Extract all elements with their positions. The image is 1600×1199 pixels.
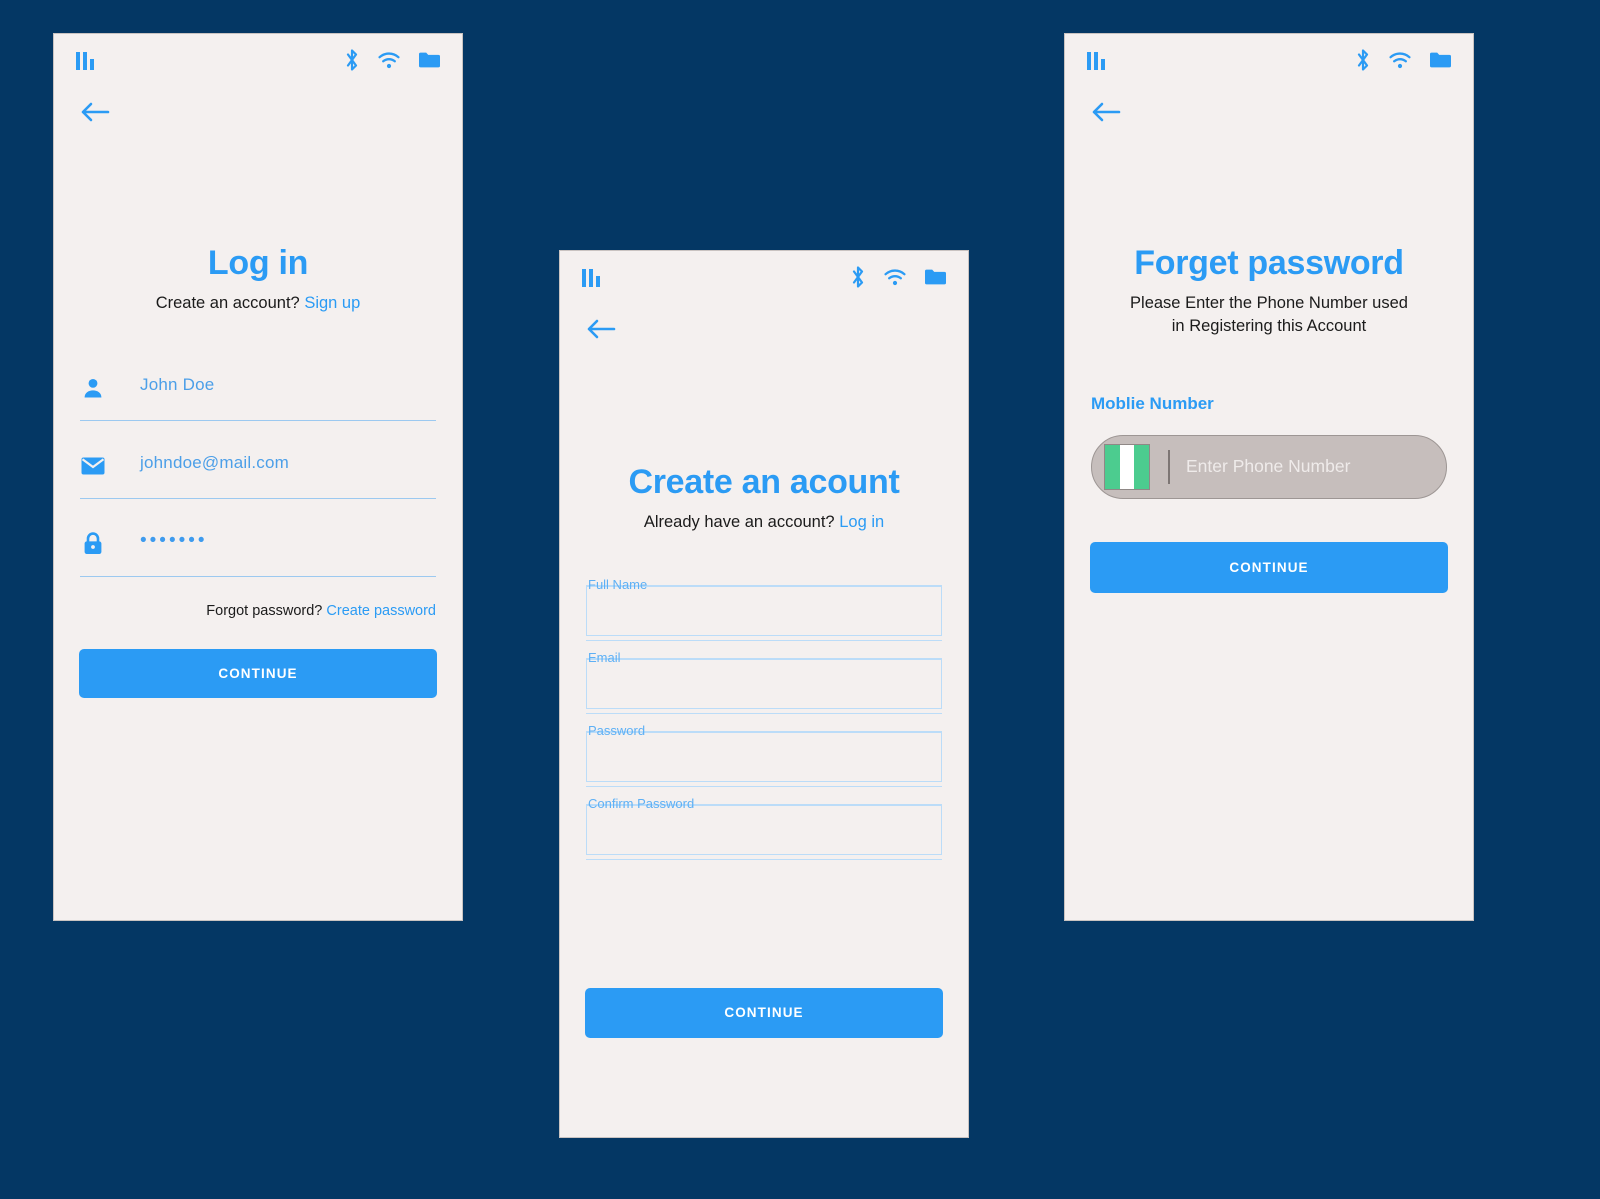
password-label: Password: [588, 722, 646, 738]
email-label: Email: [588, 649, 621, 665]
forgot-subtitle-line2: in Registering this Account: [1171, 316, 1367, 335]
login-subtitle: Create an account? Sign up: [54, 292, 462, 315]
full-name-field[interactable]: Full Name: [586, 576, 942, 651]
email-value: johndoe@mail.com: [140, 452, 289, 472]
phone-number-input[interactable]: Enter Phone Number: [1091, 434, 1447, 499]
email-field[interactable]: Email: [586, 649, 942, 724]
password-value: •••••••: [140, 529, 208, 551]
forgot-password-text: Forgot password?: [206, 602, 323, 619]
username-field[interactable]: John Doe: [80, 361, 436, 439]
page-title: Log in: [207, 244, 309, 282]
signup-screen: Create an acount Already have an account…: [559, 250, 969, 1138]
lock-icon: [80, 531, 106, 557]
password-field[interactable]: Password: [586, 722, 942, 797]
log-in-link[interactable]: Log in: [839, 513, 884, 531]
signal-bars-icon: [582, 267, 600, 287]
folder-icon: [1429, 51, 1451, 69]
confirm-password-input[interactable]: [586, 804, 942, 855]
page-title: Forget password: [1134, 244, 1404, 282]
email-underline: [80, 497, 436, 499]
back-button[interactable]: [560, 303, 968, 341]
login-screen: Log in Create an account? Sign up John D…: [53, 33, 463, 921]
signup-subtitle: Already have an account? Log in: [560, 511, 968, 534]
folder-icon: [418, 51, 440, 69]
mobile-number-label: Moblie Number: [1091, 393, 1214, 413]
back-arrow-icon: [1092, 102, 1121, 122]
bluetooth-icon: [1355, 49, 1371, 71]
login-form: John Doe johndoe@mail.com •••••••: [54, 361, 462, 595]
back-button[interactable]: [54, 86, 462, 124]
sign-up-link[interactable]: Sign up: [304, 294, 360, 312]
password-input[interactable]: [586, 731, 942, 782]
nigeria-flag-icon: [1104, 443, 1150, 490]
signal-bars-icon: [76, 50, 94, 70]
signal-bars-icon: [1087, 50, 1105, 70]
wifi-icon: [1389, 52, 1411, 69]
create-password-link[interactable]: Create password: [326, 603, 436, 619]
forgot-subtitle-line1: Please Enter the Phone Number used: [1130, 294, 1408, 312]
status-bar: [54, 34, 462, 86]
folder-icon: [924, 268, 946, 286]
forgot-continue-button[interactable]: CONTINUE: [1090, 541, 1448, 593]
signup-subtitle-text: Already have an account?: [643, 513, 835, 531]
envelope-icon: [80, 453, 106, 479]
status-bar: [1065, 34, 1473, 86]
bluetooth-icon: [850, 266, 866, 288]
confirm-password-field[interactable]: Confirm Password: [586, 795, 942, 870]
signup-form: Full Name Email Password Confirm Passwor…: [560, 576, 968, 870]
forgot-password-screen: Forget password Please Enter the Phone N…: [1064, 33, 1474, 921]
mockup-canvas: Log in Create an account? Sign up John D…: [0, 0, 1600, 1199]
person-icon: [80, 375, 106, 401]
back-arrow-icon: [81, 102, 110, 122]
username-value: John Doe: [140, 374, 215, 394]
input-divider: [1168, 449, 1170, 484]
full-name-label: Full Name: [588, 576, 648, 592]
password-underline: [80, 575, 436, 577]
login-subtitle-text: Create an account?: [155, 294, 300, 312]
email-input[interactable]: [586, 658, 942, 709]
forgot-password-row: Forgot password? Create password: [54, 595, 462, 619]
password-field[interactable]: •••••••: [80, 517, 436, 595]
login-continue-button[interactable]: CONTINUE: [79, 648, 437, 698]
username-underline: [80, 419, 436, 421]
back-button[interactable]: [1065, 86, 1473, 124]
wifi-icon: [884, 269, 906, 286]
full-name-input[interactable]: [586, 585, 942, 636]
confirm-password-label: Confirm Password: [588, 795, 695, 811]
back-arrow-icon: [587, 319, 616, 339]
signup-continue-button[interactable]: CONTINUE: [585, 987, 943, 1038]
email-field[interactable]: johndoe@mail.com: [80, 439, 436, 517]
page-title: Create an acount: [628, 463, 900, 501]
status-bar: [560, 251, 968, 303]
phone-number-placeholder: Enter Phone Number: [1186, 456, 1351, 477]
wifi-icon: [378, 52, 400, 69]
forgot-subtitle: Please Enter the Phone Number used in Re…: [1065, 292, 1473, 338]
bluetooth-icon: [344, 49, 360, 71]
